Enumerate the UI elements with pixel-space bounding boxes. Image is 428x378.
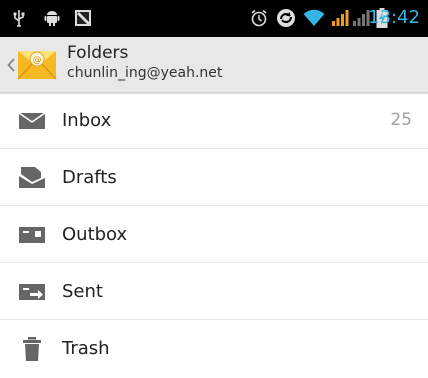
signal-icon — [331, 8, 349, 28]
folder-label: Outbox — [62, 224, 128, 245]
folder-label: Inbox — [62, 110, 112, 131]
folder-label: Drafts — [62, 167, 117, 188]
up-caret-icon[interactable] — [7, 57, 15, 72]
folder-row-drafts[interactable]: Drafts — [0, 149, 428, 206]
usb-icon — [12, 8, 26, 28]
sync-icon — [276, 8, 296, 28]
folder-row-trash[interactable]: Trash — [0, 320, 428, 377]
folder-row-outbox[interactable]: Outbox — [0, 206, 428, 263]
drafts-icon — [18, 166, 46, 190]
wifi-icon — [303, 8, 325, 28]
folder-label: Sent — [62, 281, 103, 302]
sent-icon — [18, 280, 46, 304]
inbox-icon — [18, 109, 46, 133]
account-email: chunlin_ing@yeah.net — [67, 65, 223, 81]
page: 13:42 @ Folders chunlin_ing@yeah.net Inb… — [0, 0, 428, 378]
status-bar: 13:42 — [0, 0, 428, 37]
unread-count: 25 — [390, 110, 412, 130]
notification-image-icon — [74, 8, 92, 28]
folder-label: Trash — [62, 338, 110, 359]
alarm-icon — [250, 8, 268, 28]
status-time: 13:42 — [368, 7, 420, 28]
folder-row-sent[interactable]: Sent — [0, 263, 428, 320]
svg-text:@: @ — [33, 56, 42, 66]
trash-icon — [18, 337, 46, 361]
action-bar-title: Folders — [67, 43, 129, 63]
mail-app-icon[interactable]: @ — [15, 43, 59, 83]
folder-row-inbox[interactable]: Inbox 25 — [0, 92, 428, 149]
action-bar[interactable]: @ Folders chunlin_ing@yeah.net — [0, 37, 428, 95]
folder-list: Inbox 25 Drafts Outbox Sent Trash — [0, 92, 428, 377]
android-debug-icon — [44, 8, 60, 28]
outbox-icon — [18, 223, 46, 247]
